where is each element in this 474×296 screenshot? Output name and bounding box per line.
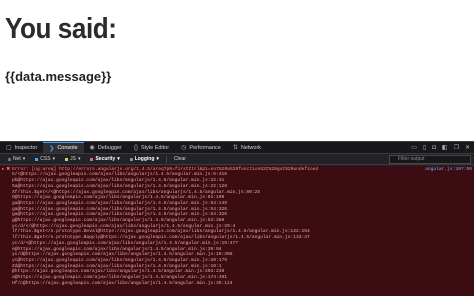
inspector-icon: ▢: [6, 145, 12, 151]
console-filter-bar: Net ▾ CSS ▾ JS ▾ Security ▾ Logging ▾ Cl…: [0, 154, 474, 165]
chevron-down-icon: ▾: [77, 156, 81, 162]
filter-output-input[interactable]: Filter output: [389, 155, 471, 164]
filter-css-label: CSS: [40, 156, 51, 162]
tab-label: Console: [57, 145, 78, 151]
tab-label: Performance: [189, 144, 221, 151]
filter-js-button[interactable]: JS ▾: [60, 155, 85, 163]
performance-icon: ◷: [181, 145, 187, 151]
stack-frame: Hf/c@https://ajax.googleapis.com/ajax/li…: [12, 280, 233, 286]
chevron-down-icon: ▾: [117, 156, 120, 162]
error-source-link[interactable]: angular.js:107:50: [425, 167, 472, 172]
tab-network[interactable]: ⇅ Network: [227, 142, 267, 153]
filter-net-label: Net: [13, 156, 21, 162]
tab-style-editor[interactable]: {} Style Editor: [128, 142, 175, 153]
network-icon: ⇅: [232, 145, 238, 151]
message-binding-text: {{data.message}}: [5, 69, 112, 84]
tab-performance[interactable]: ◷ Performance: [175, 142, 227, 153]
console-icon: ❯: [49, 145, 55, 152]
filter-js-label: JS: [70, 156, 76, 162]
tab-debugger[interactable]: ◉ Debugger: [84, 142, 128, 153]
filter-logging-label: Logging: [134, 156, 155, 162]
screenshot-icon[interactable]: ◘: [432, 145, 436, 151]
split-console-icon[interactable]: ▭: [411, 144, 417, 151]
stack-trace: G/<@https://ajax.googleapis.com/ajax/lib…: [0, 172, 474, 286]
filter-css-button[interactable]: CSS ▾: [30, 155, 60, 163]
style-editor-icon: {}: [133, 144, 138, 151]
js-color-icon: [65, 157, 69, 161]
tab-label: Debugger: [97, 144, 122, 151]
filter-security-label: Security: [95, 156, 116, 162]
dock-window-icon[interactable]: ❐: [454, 144, 459, 151]
filter-separator: [165, 155, 167, 163]
tab-console[interactable]: ❯ Console: [43, 142, 84, 153]
tab-label: Network: [240, 144, 262, 151]
page-heading: You said:: [5, 13, 117, 45]
responsive-design-icon[interactable]: ▯: [423, 144, 426, 151]
filter-logging-button[interactable]: Logging ▾: [125, 155, 164, 163]
chevron-down-icon: ▾: [52, 156, 56, 162]
security-color-icon: [90, 157, 94, 161]
filter-security-button[interactable]: Security ▾: [85, 155, 124, 163]
logging-color-icon: [129, 157, 133, 161]
devtools-panel: ▢ Inspector ❯ Console ◉ Debugger {} Styl…: [0, 141, 474, 296]
close-icon[interactable]: ✕: [465, 144, 470, 151]
clear-console-button[interactable]: Clear: [169, 155, 191, 163]
tab-inspector[interactable]: ▢ Inspector: [0, 142, 43, 153]
dock-side-icon[interactable]: ◧: [442, 144, 448, 151]
debugger-icon: ◉: [89, 145, 95, 151]
console-output[interactable]: ▸ ✖ Error: [ng:areq] http://errors.angul…: [0, 166, 474, 296]
tab-label: Inspector: [14, 144, 38, 151]
net-color-icon: [8, 157, 11, 161]
chevron-down-icon: ▾: [156, 156, 159, 162]
devtools-tabbar: ▢ Inspector ❯ Console ◉ Debugger {} Styl…: [0, 142, 474, 154]
devtools-toolbox-buttons: ▭ ▯ ◘ ◧ ❐ ✕: [411, 142, 470, 153]
tab-label: Style Editor: [140, 144, 170, 151]
filter-net-button[interactable]: Net ▾: [3, 155, 30, 163]
css-color-icon: [35, 157, 39, 161]
chevron-down-icon: ▾: [22, 156, 26, 162]
expand-arrow-icon[interactable]: ▸: [2, 167, 4, 172]
error-icon: ✖: [6, 167, 11, 172]
